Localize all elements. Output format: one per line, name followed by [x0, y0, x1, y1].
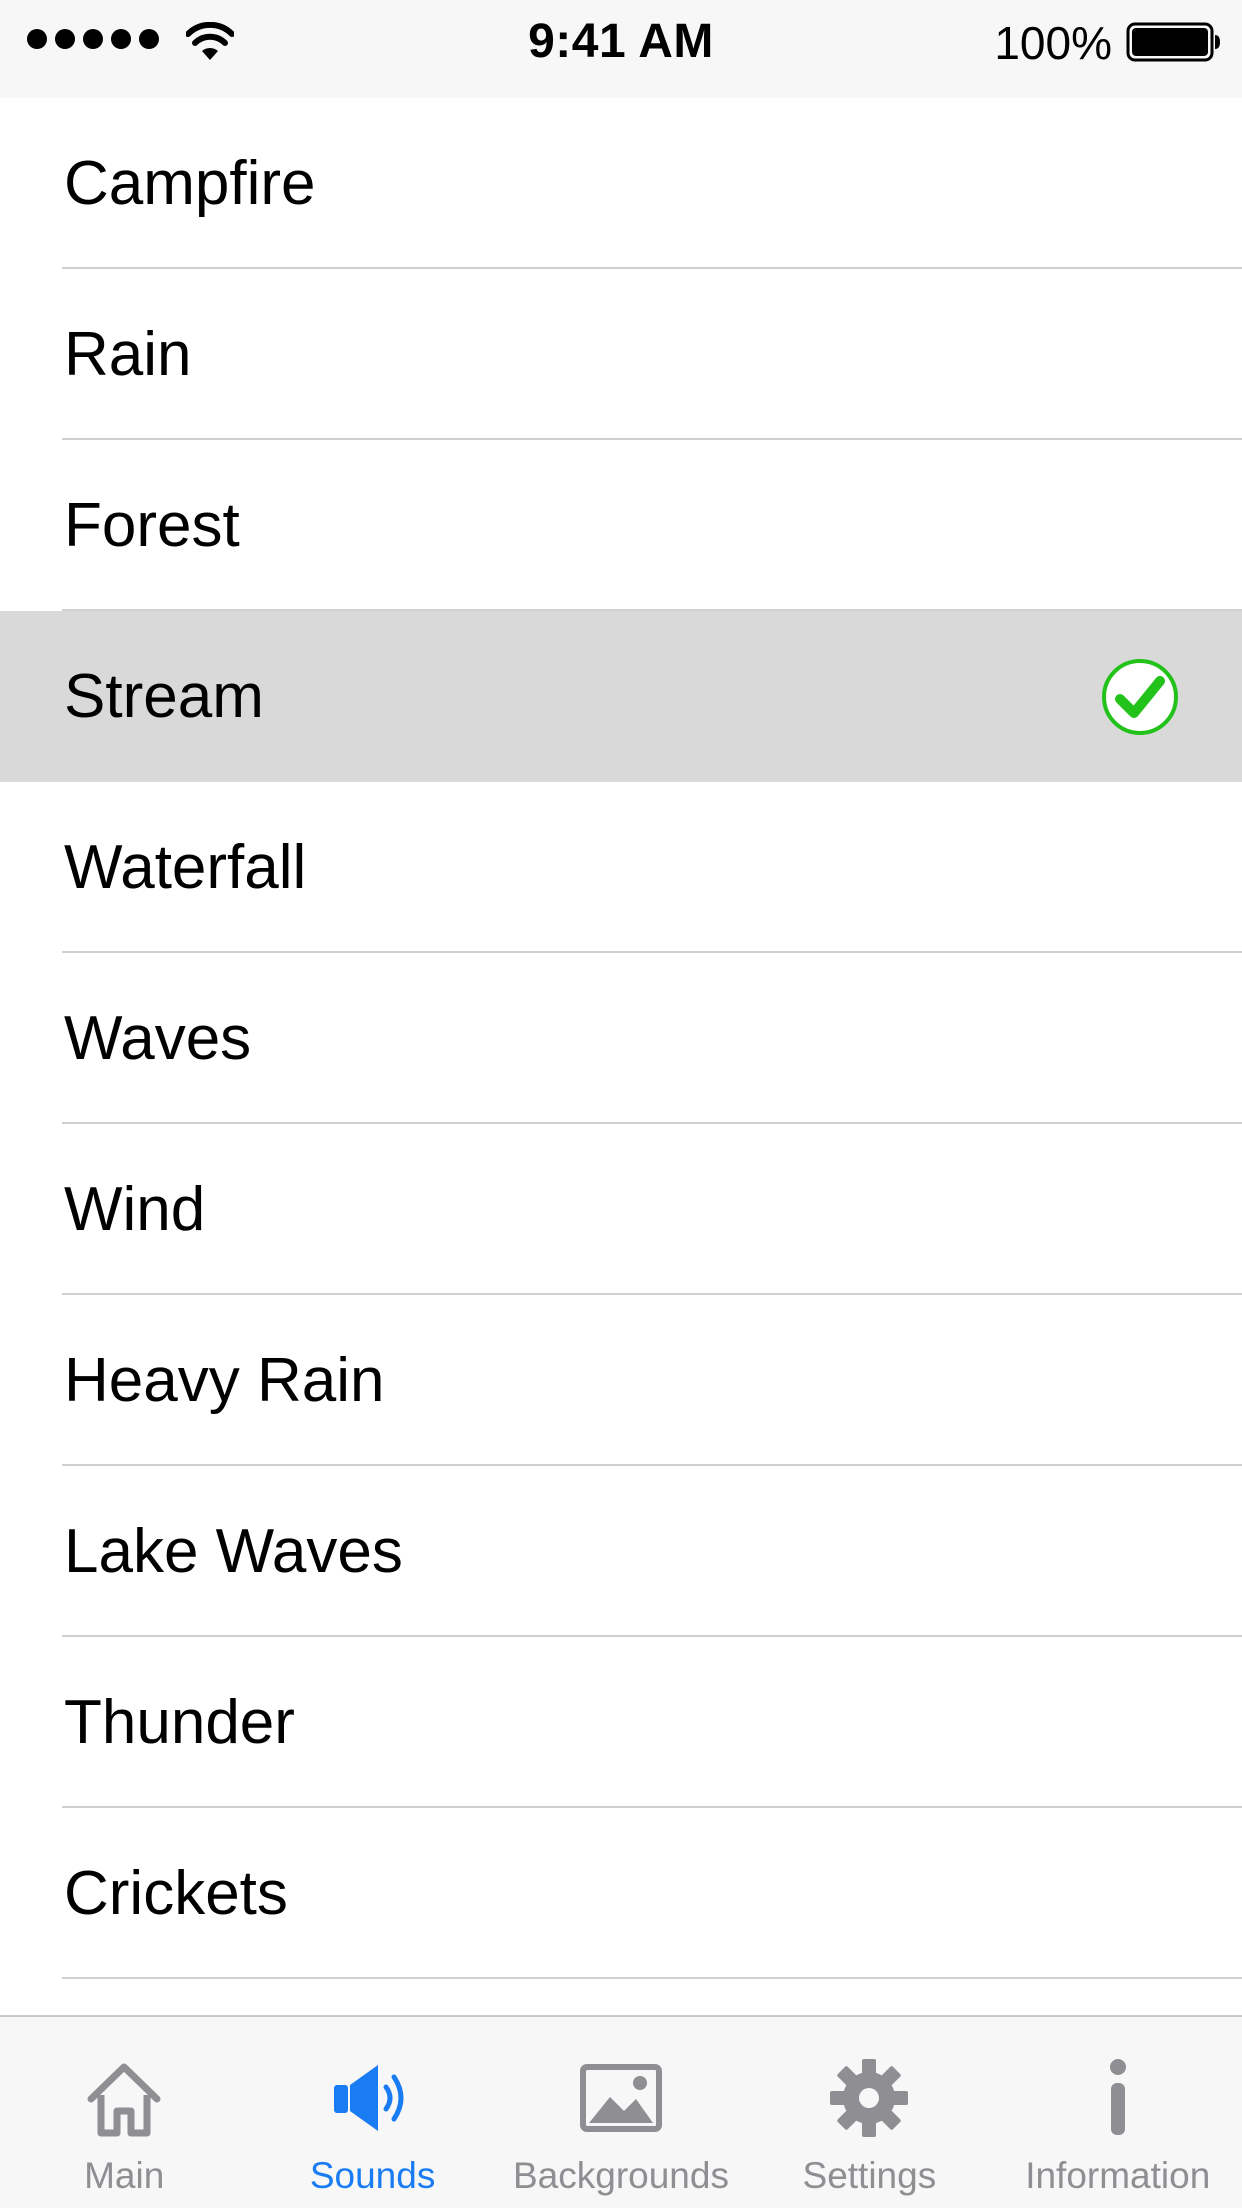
sound-label: Rain	[64, 320, 192, 389]
sound-row-lake-waves[interactable]: Lake Waves	[0, 1466, 1242, 1637]
tab-bar: Main Sounds Backgrounds Settings Information	[0, 2015, 1242, 2208]
sound-row-thunder[interactable]: Thunder	[0, 1637, 1242, 1808]
sound-label: Thunder	[64, 1688, 295, 1757]
tab-label: Settings	[802, 2155, 937, 2196]
tab-settings[interactable]: Settings	[745, 2017, 993, 2208]
sound-label: Heavy Rain	[64, 1346, 385, 1415]
battery-full-icon	[1126, 22, 1220, 62]
speaker-icon	[328, 2053, 418, 2143]
sound-label: Campfire	[64, 149, 316, 218]
home-icon	[79, 2053, 169, 2143]
sound-row-campfire[interactable]: Campfire	[0, 98, 1242, 269]
sound-row-waves[interactable]: Waves	[0, 953, 1242, 1124]
checkmark-circle-icon	[1102, 659, 1178, 735]
sound-row-rain[interactable]: Rain	[0, 269, 1242, 440]
screen: 9:41 AM 100% Campfire Rain Forest Stream Wat…	[0, 0, 1242, 2208]
sound-label: Waves	[64, 1004, 252, 1073]
sound-label: Forest	[64, 491, 240, 560]
sound-row-forest[interactable]: Forest	[0, 440, 1242, 611]
tab-main[interactable]: Main	[0, 2017, 248, 2208]
sound-label: Wind	[64, 1175, 206, 1244]
sound-row-waterfall[interactable]: Waterfall	[0, 782, 1242, 953]
sound-row-wind[interactable]: Wind	[0, 1124, 1242, 1295]
row-separator	[62, 1977, 1242, 1979]
sound-label: Waterfall	[64, 833, 307, 902]
image-icon	[576, 2053, 666, 2143]
sound-label: Lake Waves	[64, 1517, 403, 1586]
tab-information[interactable]: Information	[994, 2017, 1242, 2208]
sound-row-crickets[interactable]: Crickets	[0, 1808, 1242, 1979]
battery-percentage: 100%	[994, 17, 1112, 69]
sound-label: Stream	[64, 662, 264, 731]
tab-label: Main	[84, 2155, 165, 2196]
status-bar: 9:41 AM 100%	[0, 0, 1242, 98]
tab-label: Information	[1025, 2155, 1211, 2196]
sound-label: Crickets	[64, 1859, 288, 1928]
tab-sounds[interactable]: Sounds	[248, 2017, 496, 2208]
gear-icon	[824, 2053, 914, 2143]
sound-list: Campfire Rain Forest Stream Waterfall Waves Wi…	[0, 98, 1242, 2015]
info-icon	[1073, 2053, 1163, 2143]
tab-label: Backgrounds	[512, 2155, 729, 2196]
sound-row-stream[interactable]: Stream	[0, 611, 1242, 782]
tab-label: Sounds	[309, 2155, 436, 2196]
sound-row-heavy-rain[interactable]: Heavy Rain	[0, 1295, 1242, 1466]
tab-backgrounds[interactable]: Backgrounds	[497, 2017, 745, 2208]
